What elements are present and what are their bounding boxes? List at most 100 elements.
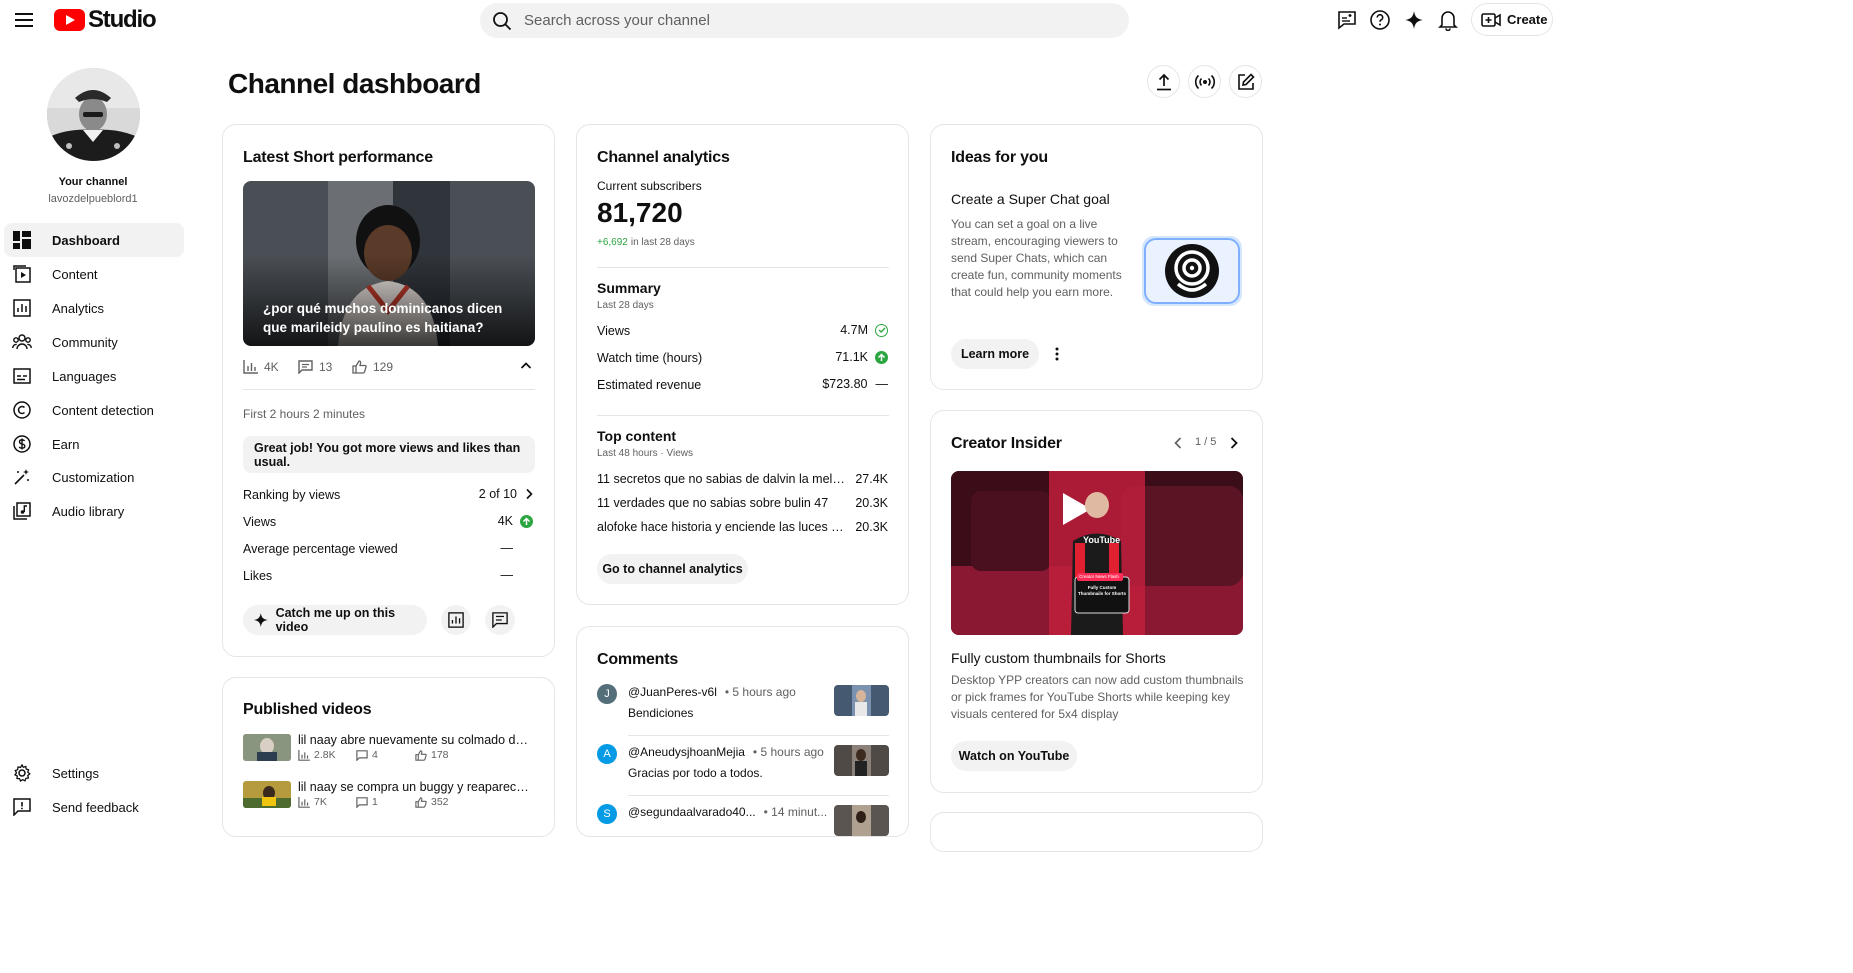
- sidebar-item-audio-library[interactable]: Audio library: [4, 494, 184, 528]
- notifications-bell-icon[interactable]: [1435, 7, 1461, 33]
- studio-logo[interactable]: Studio: [54, 6, 157, 34]
- sidebar-item-content-detection[interactable]: Content detection: [4, 393, 184, 427]
- collapse-chevron-up-icon[interactable]: [520, 361, 532, 371]
- summary-revenue-label: Estimated revenue: [597, 378, 702, 392]
- top-content-views: 20.3K: [855, 496, 888, 510]
- card-title: Ideas for you: [951, 149, 1048, 166]
- sidebar-item-earn[interactable]: Earn: [4, 427, 184, 461]
- upload-icon: [1156, 73, 1171, 90]
- sidebar-item-label: Content detection: [52, 402, 154, 418]
- trend-up-icon: [520, 514, 533, 528]
- published-video-row[interactable]: lil naay se compra un buggy y reaparece …: [243, 780, 535, 816]
- edit-icon: [1237, 72, 1255, 90]
- thumbnail-caption-text: Fully Custom Thumbnails for Shorts: [1077, 585, 1126, 596]
- comment-item[interactable]: S @segundaalvarado40... • 14 minut...: [597, 803, 889, 836]
- magic-wand-icon: [12, 467, 32, 487]
- short-analytics-button[interactable]: [441, 605, 471, 635]
- trend-up-icon: [875, 350, 888, 364]
- watch-on-youtube-label: Watch on YouTube: [958, 749, 1070, 763]
- sidebar-item-languages[interactable]: Languages: [4, 359, 184, 393]
- create-post-button[interactable]: [1229, 65, 1262, 98]
- short-thumbnail[interactable]: ¿por qué muchos dominicanos dicen que ma…: [243, 181, 535, 346]
- sidebar-item-send-feedback[interactable]: Send feedback: [4, 790, 184, 824]
- short-comments-button[interactable]: [485, 605, 515, 635]
- sidebar-item-content[interactable]: Content: [4, 257, 184, 291]
- feedback-chat-icon[interactable]: [1334, 7, 1360, 33]
- ranking-value: 2 of 10: [478, 487, 517, 501]
- chevron-right-icon[interactable]: [1229, 436, 1239, 450]
- sidebar-item-community[interactable]: Community: [4, 325, 184, 359]
- video-comments: 4: [356, 749, 378, 761]
- create-label: Create: [1507, 12, 1548, 27]
- divider: [628, 735, 889, 736]
- comment-item[interactable]: J @JuanPeres-v6l • 5 hours ago Bendicion…: [597, 683, 889, 735]
- top-content-item[interactable]: 11 verdades que no sabias sobre bulin 47: [597, 496, 849, 510]
- sidebar-item-customization[interactable]: Customization: [4, 460, 184, 494]
- thumbnail-badge-text: Creator News Flash: [1079, 574, 1119, 579]
- video-views-value: 7K: [314, 796, 327, 808]
- insider-video-thumbnail[interactable]: YouTube Creator News Flash Fully Custom …: [951, 471, 1243, 635]
- sidebar-item-label: Analytics: [52, 300, 105, 316]
- search-bar[interactable]: [480, 3, 1129, 38]
- your-channel-label: Your channel: [58, 176, 128, 188]
- create-button[interactable]: Create: [1471, 3, 1553, 36]
- comment-text: Bendiciones: [628, 706, 694, 720]
- comment-author: @JuanPeres-v6l: [628, 685, 717, 699]
- sidebar-item-settings[interactable]: Settings: [4, 756, 184, 790]
- create-video-icon: [1481, 12, 1501, 27]
- insider-video-title: Fully custom thumbnails for Shorts: [951, 650, 1166, 666]
- go-to-analytics-button[interactable]: Go to channel analytics: [597, 554, 748, 584]
- analytics-bar-icon: [298, 749, 310, 761]
- upload-button[interactable]: [1147, 65, 1180, 98]
- next-card: [930, 812, 1263, 852]
- go-live-button[interactable]: [1188, 65, 1221, 98]
- super-chat-goal-illustration: [1142, 236, 1242, 306]
- commenter-avatar: J: [597, 684, 617, 704]
- copyright-icon: [12, 400, 32, 420]
- video-title: lil naay se compra un buggy y reaparece …: [298, 780, 534, 794]
- idea-title: Create a Super Chat goal: [951, 191, 1110, 207]
- dashboard-icon: [12, 230, 32, 250]
- sidebar-item-label: Content: [52, 266, 98, 282]
- analytics-bar-icon: [298, 796, 310, 808]
- top-content-item[interactable]: alofoke hace historia y enciende las luc…: [597, 520, 847, 534]
- commenter-avatar: S: [597, 804, 617, 824]
- sidebar: Your channel lavozdelpueblord1 Dashboard…: [0, 40, 190, 973]
- views-row-value: 4K: [498, 514, 533, 528]
- chevron-right-icon: [526, 488, 533, 500]
- views-label: Views: [243, 515, 277, 529]
- help-icon[interactable]: [1367, 7, 1393, 33]
- watch-on-youtube-button[interactable]: Watch on YouTube: [951, 741, 1077, 771]
- channel-avatar[interactable]: [47, 68, 140, 161]
- more-vert-icon[interactable]: [1049, 345, 1065, 363]
- thumbs-up-icon: [352, 360, 367, 374]
- hamburger-menu-icon[interactable]: [12, 8, 36, 32]
- video-likes-value: 352: [431, 796, 449, 808]
- comment-item[interactable]: A @AneudysjhoanMejia • 5 hours ago Graci…: [597, 743, 889, 795]
- sidebar-item-label: Settings: [52, 765, 99, 781]
- latest-short-card: Latest Short performance ¿por qué muchos…: [222, 124, 555, 657]
- ranking-link[interactable]: 2 of 10: [479, 487, 533, 501]
- sparkle-icon[interactable]: [1401, 7, 1427, 33]
- top-content-views: 20.3K: [855, 520, 888, 534]
- sidebar-item-dashboard[interactable]: Dashboard: [4, 223, 184, 257]
- insider-video-text: Desktop YPP creators can now add custom …: [951, 673, 1244, 721]
- likes-value: —: [500, 568, 514, 582]
- sidebar-item-analytics[interactable]: Analytics: [4, 291, 184, 325]
- likes-label: Likes: [243, 569, 273, 583]
- top-content-title: Top content: [597, 428, 677, 444]
- published-video-row[interactable]: lil naay abre nuevamente su colmado desp…: [243, 733, 535, 769]
- top-content-item[interactable]: 11 secretos que no sabias de dalvin la m…: [597, 472, 849, 486]
- catch-up-button[interactable]: Catch me up on this video: [243, 605, 427, 635]
- check-circle-icon: [875, 323, 888, 337]
- search-input[interactable]: [524, 12, 1084, 29]
- published-videos-card: Published videos lil naay abre nuevament…: [222, 677, 555, 837]
- short-views-stat: 4K: [243, 360, 279, 374]
- learn-more-button[interactable]: Learn more: [951, 339, 1039, 369]
- chevron-left-icon[interactable]: [1173, 436, 1183, 450]
- thumbs-up-icon: [415, 796, 427, 808]
- video-comments-value: 1: [372, 796, 378, 808]
- short-title: ¿por qué muchos dominicanos dicen que ma…: [263, 301, 503, 335]
- video-likes: 352: [415, 796, 449, 808]
- summary-views-value: 4.7M: [840, 323, 868, 337]
